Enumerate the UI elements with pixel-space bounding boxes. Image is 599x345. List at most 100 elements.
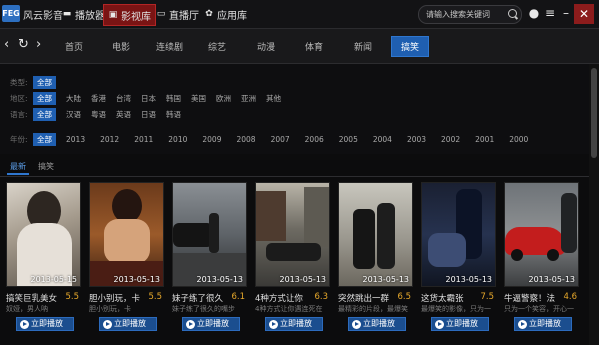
play-icon <box>20 319 29 329</box>
category-series[interactable]: 连续剧 <box>156 40 183 53</box>
filter-option[interactable]: 2003 <box>407 135 426 144</box>
filter-option[interactable]: 2005 <box>339 135 358 144</box>
video-score: 4.6 <box>563 292 577 302</box>
filter-option[interactable]: 欧洲 <box>216 93 231 104</box>
refresh-icon[interactable]: ↻ <box>18 38 29 52</box>
filter-option[interactable]: 台湾 <box>116 93 131 104</box>
filter-panel: 类型: 全部 地区: 全部 大陆 香港 台湾 日本 韩国 美国 欧洲 亚洲 其他… <box>0 64 599 154</box>
video-date: 2013-05-13 <box>528 275 576 284</box>
filter-option[interactable]: 大陆 <box>66 93 81 104</box>
filter-option[interactable]: 2001 <box>475 135 494 144</box>
category-sports[interactable]: 体育 <box>305 40 323 53</box>
video-desc: 妹子练了很久的嘴步 <box>172 305 235 313</box>
play-now-button[interactable]: 立即播放 <box>99 317 157 331</box>
search-input[interactable] <box>426 7 508 21</box>
video-thumbnail[interactable]: 2013-05-13 <box>255 182 330 287</box>
tab-label: 应用库 <box>217 10 247 22</box>
user-icon[interactable]: ● <box>526 5 542 21</box>
video-thumbnail[interactable]: 2013-05-15 <box>6 182 81 287</box>
menu-icon[interactable]: ≡ <box>542 5 558 21</box>
filter-option[interactable]: 2010 <box>168 135 187 144</box>
filter-label: 地区: <box>10 93 28 103</box>
play-label: 立即播放 <box>31 319 63 328</box>
filter-language-row: 语言: 全部 汉语 粤语 英语 日语 韩语 <box>10 107 191 121</box>
video-thumbnail[interactable]: 2013-05-13 <box>89 182 164 287</box>
filter-option[interactable]: 2013 <box>66 135 85 144</box>
video-desc: 4种方式让你遇连死在 <box>255 305 323 313</box>
video-thumbnail[interactable]: 2013-05-13 <box>504 182 579 287</box>
category-movies[interactable]: 电影 <box>112 40 130 53</box>
filter-option[interactable]: 全部 <box>33 107 56 121</box>
filter-option[interactable]: 全部 <box>33 132 56 146</box>
filter-option[interactable]: 韩语 <box>166 109 181 120</box>
play-icon <box>269 319 278 329</box>
filter-option[interactable]: 日语 <box>141 109 156 120</box>
video-date: 2013-05-13 <box>362 275 410 284</box>
sort-tab-funny[interactable]: 搞笑 <box>35 160 57 173</box>
filter-option[interactable]: 2008 <box>236 135 255 144</box>
forward-icon[interactable]: › <box>36 38 41 52</box>
minimize-icon[interactable]: – <box>558 5 574 21</box>
filter-option[interactable]: 韩国 <box>166 93 181 104</box>
tab-video-library[interactable]: ▣ 影视库 <box>103 4 156 26</box>
play-now-button[interactable]: 立即播放 <box>514 317 572 331</box>
play-now-button[interactable]: 立即播放 <box>431 317 489 331</box>
filter-region-row: 地区: 全部 大陆 香港 台湾 日本 韩国 美国 欧洲 亚洲 其他 <box>10 91 291 105</box>
filter-option[interactable]: 亚洲 <box>241 93 256 104</box>
video-thumbnail[interactable]: 2013-05-13 <box>172 182 247 287</box>
filter-option[interactable]: 其他 <box>266 93 281 104</box>
video-date: 2013-05-13 <box>113 275 161 284</box>
filter-option[interactable]: 粤语 <box>91 109 106 120</box>
filter-option[interactable]: 全部 <box>33 91 56 105</box>
play-now-button[interactable]: 立即播放 <box>348 317 406 331</box>
video-score: 7.5 <box>480 292 494 302</box>
play-icon <box>352 319 361 329</box>
tab-player[interactable]: ▬ 播放器 <box>58 4 109 24</box>
sort-tab-latest[interactable]: 最新 <box>7 160 29 175</box>
filter-option[interactable]: 日本 <box>141 93 156 104</box>
app-name: 风云影音 <box>23 11 63 22</box>
video-desc: 奴娅，男人呐 <box>6 305 48 313</box>
tab-label: 播放器 <box>75 10 105 22</box>
filter-option[interactable]: 2006 <box>305 135 324 144</box>
tab-apps[interactable]: ✿ 应用库 <box>200 4 251 24</box>
filter-option[interactable]: 2004 <box>373 135 392 144</box>
back-icon[interactable]: ‹ <box>4 38 9 52</box>
video-thumbnail[interactable]: 2013-05-13 <box>421 182 496 287</box>
video-thumbnail[interactable]: 2013-05-13 <box>338 182 413 287</box>
category-news[interactable]: 新闻 <box>354 40 372 53</box>
filter-label: 年份: <box>10 134 28 144</box>
video-date: 2013-05-13 <box>445 275 493 284</box>
category-anime[interactable]: 动漫 <box>257 40 275 53</box>
filter-option[interactable]: 2012 <box>100 135 119 144</box>
filter-option[interactable]: 英语 <box>116 109 131 120</box>
scrollbar[interactable] <box>589 64 599 345</box>
close-icon[interactable]: ✕ <box>574 4 594 24</box>
play-now-button[interactable]: 立即播放 <box>265 317 323 331</box>
filter-option[interactable]: 2000 <box>509 135 528 144</box>
filter-option[interactable]: 汉语 <box>66 109 81 120</box>
play-now-button[interactable]: 立即播放 <box>182 317 240 331</box>
play-icon <box>103 319 112 329</box>
play-icon <box>518 319 527 329</box>
tv-icon: ▬ <box>62 9 72 19</box>
category-variety[interactable]: 综艺 <box>208 40 226 53</box>
video-score: 6.5 <box>397 292 411 302</box>
category-funny[interactable]: 搞笑 <box>391 36 430 57</box>
filter-type-row: 类型: 全部 <box>10 75 66 89</box>
search-icon[interactable] <box>508 9 517 18</box>
filter-option[interactable]: 2009 <box>202 135 221 144</box>
play-label: 立即播放 <box>363 319 395 328</box>
filter-option[interactable]: 美国 <box>191 93 206 104</box>
filter-option[interactable]: 2007 <box>271 135 290 144</box>
play-label: 立即播放 <box>197 319 229 328</box>
filter-option[interactable]: 2011 <box>134 135 153 144</box>
play-now-button[interactable]: 立即播放 <box>16 317 74 331</box>
filter-option[interactable]: 香港 <box>91 93 106 104</box>
category-home[interactable]: 首页 <box>65 40 83 53</box>
scrollbar-thumb[interactable] <box>591 68 597 158</box>
tab-live[interactable]: ▭ 直播厅 <box>152 4 203 24</box>
filter-option[interactable]: 全部 <box>33 75 56 89</box>
filter-option[interactable]: 2002 <box>441 135 460 144</box>
live-tv-icon: ▭ <box>156 9 166 19</box>
